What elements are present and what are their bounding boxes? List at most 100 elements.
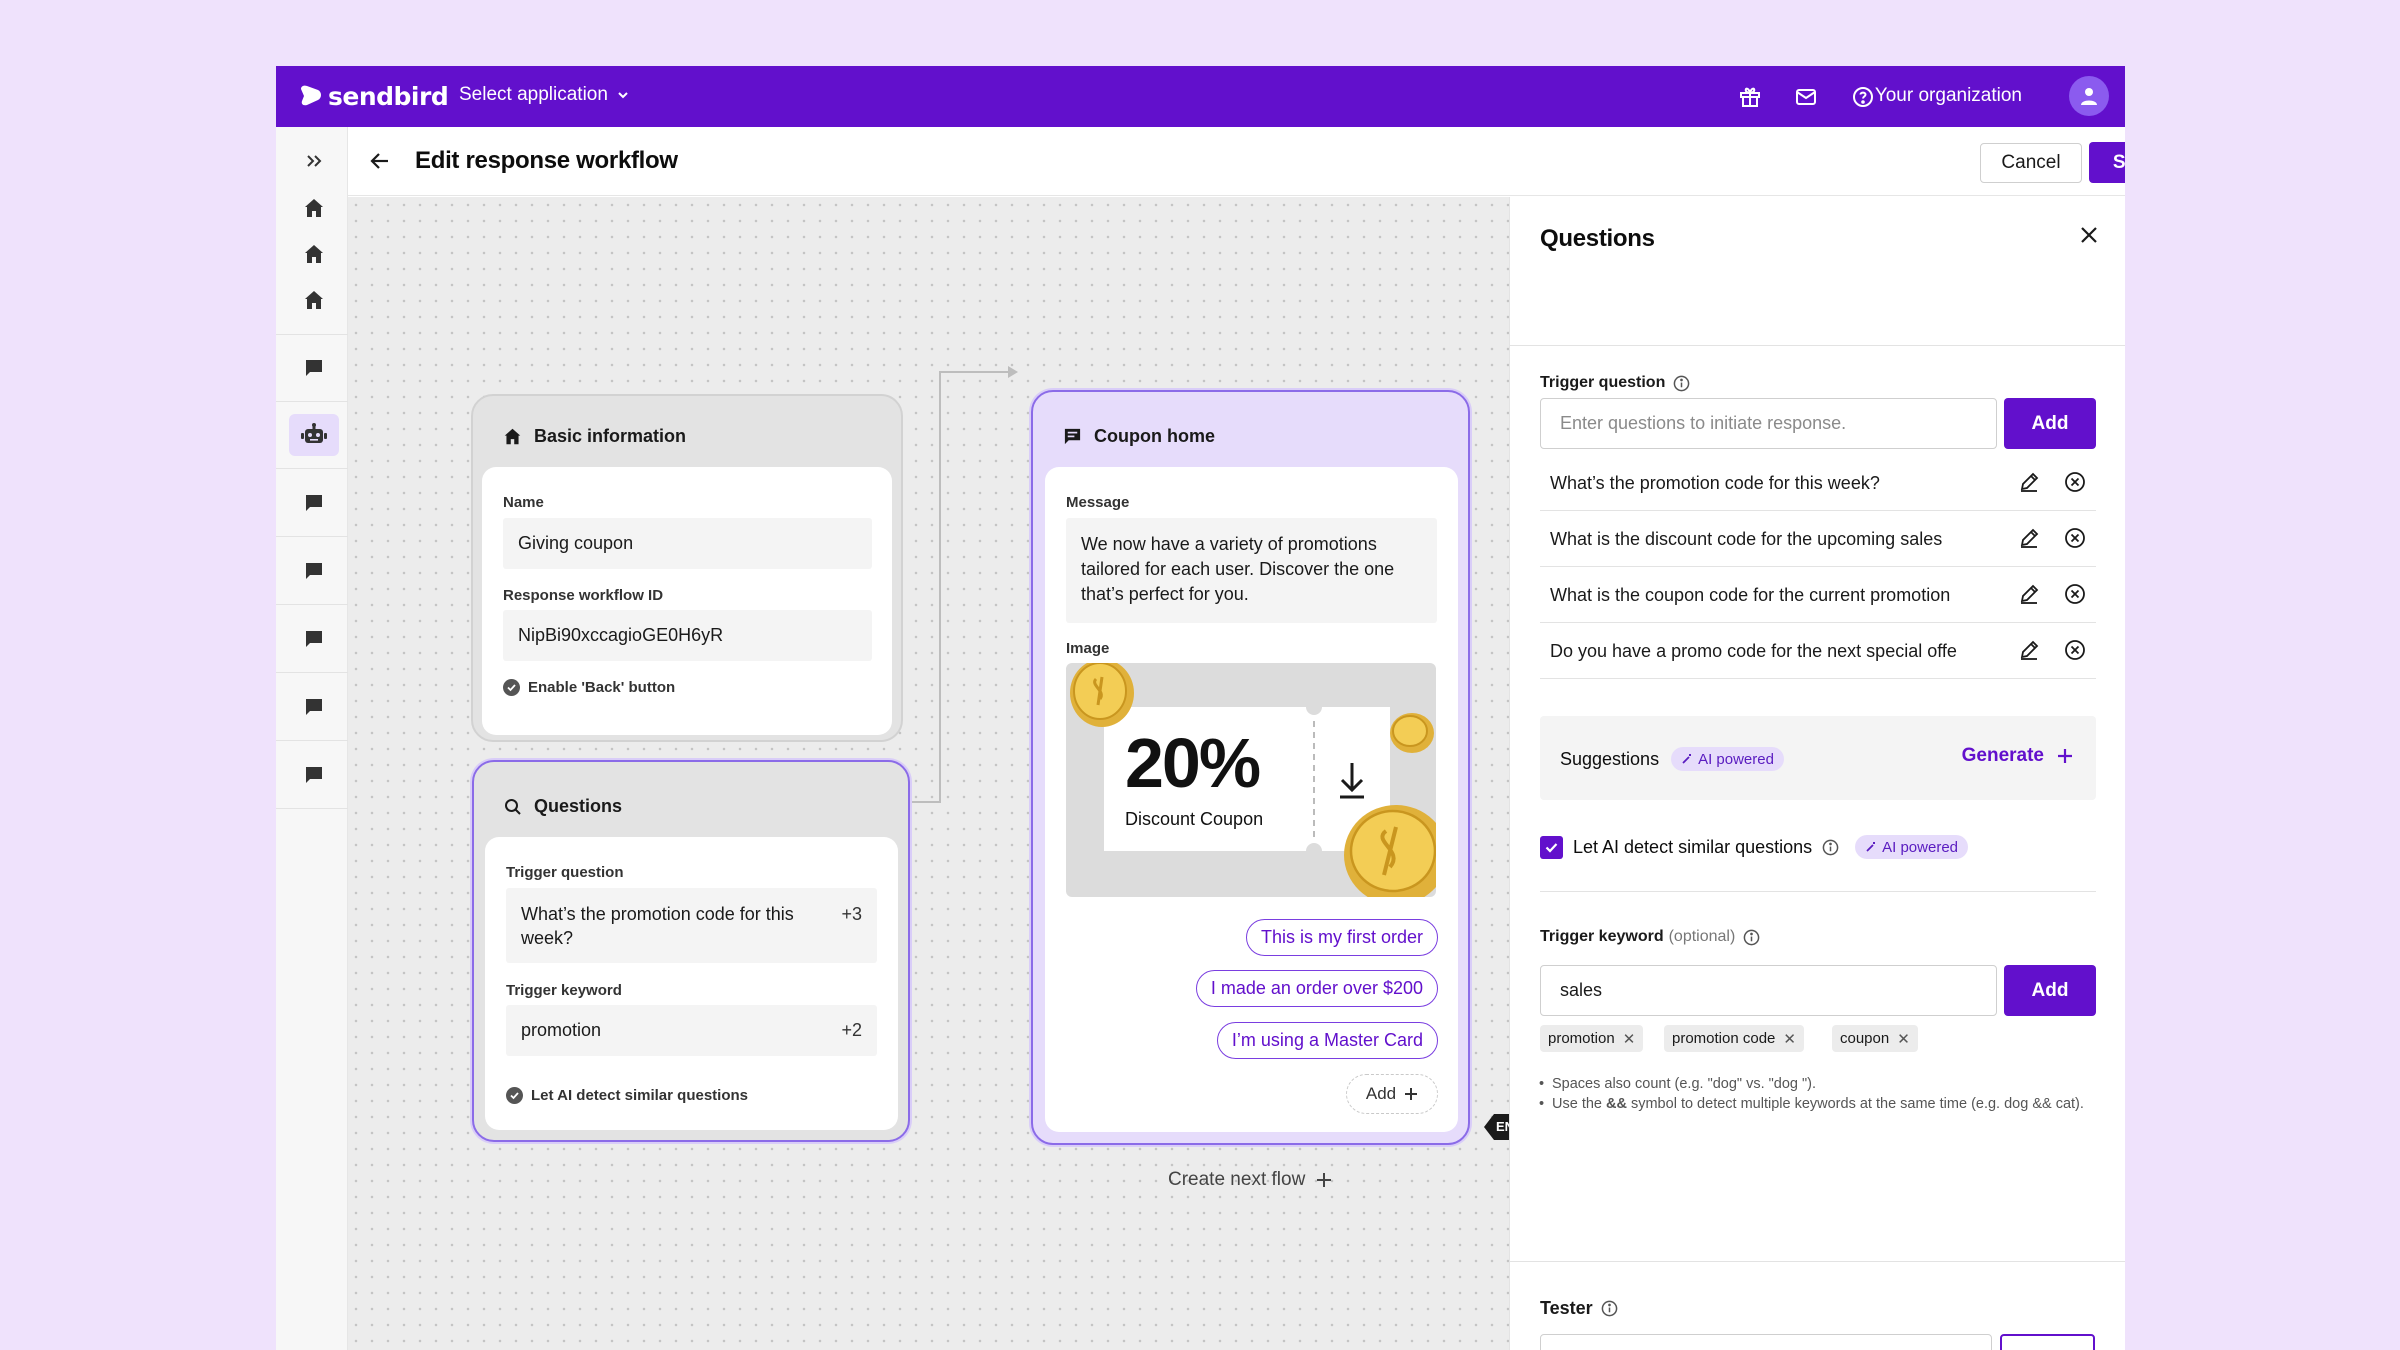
remove-circle-icon[interactable] (2064, 583, 2086, 605)
save-button[interactable]: Save (2089, 142, 2125, 183)
trigger-keyword-input[interactable] (1540, 965, 1997, 1016)
generate-suggestions-button[interactable]: Generate (1962, 745, 2074, 767)
remove-keyword-icon[interactable]: ✕ (1897, 1030, 1910, 1048)
node-basic-information[interactable]: Basic information Name Giving coupon Res… (471, 394, 903, 742)
create-next-flow-button[interactable]: Create next flow (1168, 1169, 1333, 1191)
panel-divider (1510, 1261, 2125, 1262)
back-button[interactable] (368, 149, 392, 178)
add-trigger-keyword-button[interactable]: Add (2004, 965, 2096, 1016)
panel-divider (1540, 891, 2096, 892)
sidebar-item-chat-5[interactable] (289, 686, 339, 728)
message-value: We now have a variety of promotions tail… (1066, 518, 1437, 623)
info-icon[interactable] (1673, 375, 1690, 392)
workflow-id-value: NipBi90xccagioGE0H6yR (503, 610, 872, 661)
sidebar-item-home-2[interactable] (289, 233, 339, 275)
remove-circle-icon[interactable] (2064, 639, 2086, 661)
mail-icon[interactable] (1792, 83, 1820, 111)
select-application-label: Select application (459, 84, 608, 105)
edit-icon[interactable] (2018, 471, 2040, 493)
remove-circle-icon[interactable] (2064, 471, 2086, 493)
checkmark-icon (1545, 842, 1558, 853)
keyword-chip: coupon ✕ (1832, 1025, 1918, 1052)
workflow-canvas[interactable]: Basic information Name Giving coupon Res… (348, 197, 1514, 1350)
image-label: Image (1066, 640, 1110, 657)
gift-icon[interactable] (1736, 83, 1764, 111)
close-panel-button[interactable] (2079, 225, 2099, 250)
trigger-keyword-label: Trigger keyword (1540, 928, 1664, 945)
edit-icon[interactable] (2018, 639, 2040, 661)
expand-sidebar-button[interactable] (289, 140, 339, 182)
select-application-dropdown[interactable]: Select application (459, 84, 630, 106)
node-body: Trigger question What’s the promotion co… (485, 837, 898, 1130)
trigger-keyword-label-row: Trigger keyword (optional) (1540, 928, 1760, 946)
sidebar-item-bot[interactable] (289, 414, 339, 456)
workflow-id-label: Response workflow ID (503, 587, 664, 604)
send-button[interactable]: Send (2000, 1334, 2095, 1350)
home-icon (504, 428, 521, 445)
sidebar-item-chat-2[interactable] (289, 482, 339, 524)
ai-powered-badge: AI powered (1671, 747, 1784, 771)
node-body: Message We now have a variety of promoti… (1045, 467, 1458, 1132)
sidebar-divider (276, 672, 348, 673)
sidebar-item-chat-1[interactable] (289, 347, 339, 389)
organization-name[interactable]: Your organization (1875, 85, 2022, 107)
sidebar-item-home-3[interactable] (289, 279, 339, 321)
keyword-chip: promotion code ✕ (1664, 1025, 1804, 1052)
name-label: Name (503, 494, 544, 511)
info-icon[interactable] (1601, 1300, 1618, 1317)
tester-input[interactable] (1540, 1334, 1992, 1350)
user-icon (2081, 88, 2097, 105)
page-header: Edit response workflow Cancel Save (348, 127, 2125, 196)
remove-keyword-icon[interactable]: ✕ (1623, 1030, 1636, 1048)
add-trigger-question-button[interactable]: Add (2004, 398, 2096, 449)
trigger-keyword-value: promotion (521, 1020, 602, 1040)
node-questions[interactable]: Questions Trigger question What’s the pr… (472, 760, 910, 1142)
ai-powered-badge: AI powered (1855, 835, 1969, 859)
home-icon (305, 291, 323, 309)
help-icon[interactable] (1849, 83, 1877, 111)
sidebar-item-home-1[interactable] (289, 187, 339, 229)
panel-divider (1510, 345, 2125, 346)
remove-keyword-icon[interactable]: ✕ (1783, 1030, 1796, 1048)
option-button-master-card[interactable]: I’m using a Master Card (1216, 1022, 1438, 1059)
add-option-button[interactable]: Add (1346, 1074, 1438, 1114)
top-navigation-bar: sendbird Select application Your organiz… (276, 66, 2125, 127)
chat-icon (306, 767, 322, 783)
edit-icon[interactable] (2018, 527, 2040, 549)
sidebar-divider (276, 536, 348, 537)
info-icon[interactable] (1743, 929, 1760, 946)
sidebar-item-chat-3[interactable] (289, 550, 339, 592)
chat-icon (306, 360, 322, 376)
questions-side-panel: Questions Trigger question Add What’s th… (1509, 197, 2125, 1350)
chat-icon (306, 563, 322, 579)
question-text: What is the discount code for the upcomi… (1550, 529, 1943, 549)
trigger-question-box: What’s the promotion code for this week?… (506, 888, 877, 963)
option-button-first-order[interactable]: This is my first order (1245, 919, 1438, 956)
plus-icon (1405, 1088, 1418, 1100)
trigger-question-more-count: +3 (841, 904, 862, 924)
question-text: What’s the promotion code for this week? (1550, 473, 1880, 493)
remove-circle-icon[interactable] (2064, 527, 2086, 549)
ai-detect-checkbox[interactable] (1540, 835, 1563, 859)
trigger-question-label: Trigger question (506, 864, 624, 881)
magic-wand-icon (1682, 754, 1692, 764)
user-avatar[interactable] (2069, 76, 2109, 116)
trigger-question-input[interactable] (1540, 398, 1997, 449)
sidebar-item-chat-6[interactable] (289, 754, 339, 796)
add-option-label: Add (1365, 1084, 1397, 1103)
node-coupon-home[interactable]: Coupon home Message We now have a variet… (1031, 390, 1470, 1145)
question-text: What is the coupon code for the current … (1550, 585, 1951, 605)
trigger-keyword-optional: (optional) (1668, 928, 1736, 945)
info-icon[interactable] (1822, 839, 1839, 856)
sidebar-item-chat-4[interactable] (289, 618, 339, 660)
message-icon (1064, 428, 1081, 445)
trigger-question-label-row: Trigger question (1540, 374, 1690, 392)
sendbird-logo[interactable]: sendbird (298, 80, 449, 112)
edit-icon[interactable] (2018, 583, 2040, 605)
app-window: sendbird Select application Your organiz… (276, 66, 2125, 1350)
check-circle-icon (506, 1087, 523, 1104)
arrow-left-icon (370, 153, 388, 169)
cancel-button[interactable]: Cancel (1980, 143, 2082, 183)
suggestions-label: Suggestions (1560, 748, 1660, 769)
option-button-order-over-200[interactable]: I made an order over $200 (1195, 970, 1438, 1007)
